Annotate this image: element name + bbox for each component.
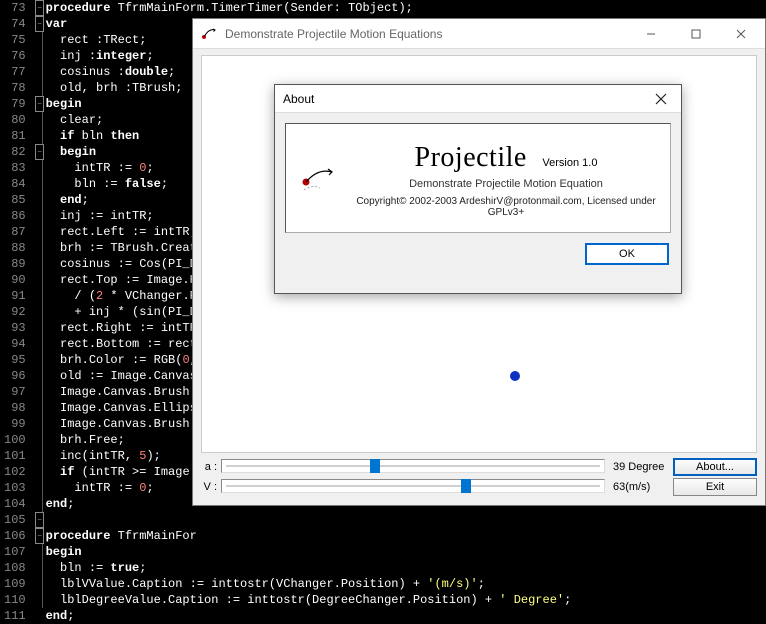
maximize-button[interactable] — [673, 20, 718, 48]
dialog-title: About — [283, 92, 314, 106]
app-icon — [201, 26, 217, 42]
about-button[interactable]: About... — [673, 458, 757, 476]
projectile-dot — [510, 371, 520, 381]
exit-button[interactable]: Exit — [673, 478, 757, 496]
about-version: Version 1.0 — [542, 157, 597, 169]
close-button[interactable] — [718, 20, 763, 48]
line-gutter: 7374757677787980818283848586878889909192… — [0, 0, 34, 506]
about-dialog: About Projectile Version 1.0 Demonstrate… — [274, 84, 682, 294]
angle-label: a : — [201, 461, 217, 473]
minimize-button[interactable] — [628, 20, 673, 48]
about-heading: Projectile — [415, 142, 527, 173]
velocity-label: V : — [201, 481, 217, 493]
about-subtitle: Demonstrate Projectile Motion Equation — [354, 178, 658, 190]
window-controls — [628, 20, 763, 48]
dialog-titlebar[interactable]: About — [275, 85, 681, 113]
about-panel: Projectile Version 1.0 Demonstrate Proje… — [285, 123, 671, 233]
ok-button[interactable]: OK — [585, 243, 669, 265]
fold-column: −−−−−− — [34, 0, 46, 506]
about-copyright: Copyright© 2002-2003 ArdeshirV@protonmai… — [354, 196, 658, 218]
window-title: Demonstrate Projectile Motion Equations — [225, 27, 628, 41]
control-row: a : V : 39 Degree 63(m/s) About... Exit — [201, 457, 757, 497]
velocity-slider[interactable] — [221, 479, 605, 495]
projectile-logo-icon — [298, 160, 338, 200]
dialog-close-button[interactable] — [649, 87, 673, 111]
angle-readout: 39 Degree — [613, 461, 665, 473]
velocity-readout: 63(m/s) — [613, 481, 665, 493]
titlebar[interactable]: Demonstrate Projectile Motion Equations — [193, 19, 765, 49]
angle-slider[interactable] — [221, 459, 605, 475]
